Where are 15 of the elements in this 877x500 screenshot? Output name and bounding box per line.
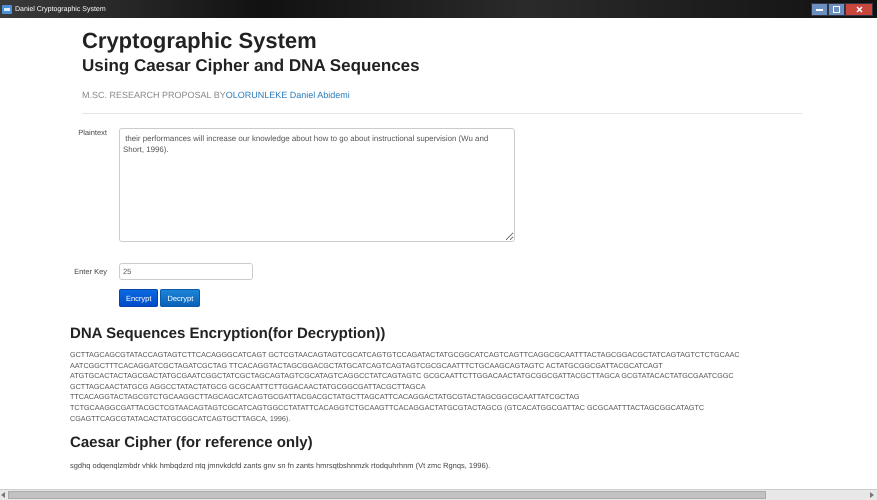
close-icon — [856, 6, 862, 13]
scroll-left-icon[interactable] — [0, 492, 8, 498]
author-link[interactable]: OLORUNLEKE Daniel Abidemi — [226, 90, 350, 100]
close-button[interactable] — [845, 3, 873, 16]
minimize-icon — [816, 8, 823, 11]
byline: M.SC. RESEARCH PROPOSAL BY — [82, 90, 226, 100]
scrollbar-thumb[interactable] — [8, 491, 766, 499]
app-icon — [2, 4, 12, 14]
minimize-button[interactable] — [811, 3, 828, 16]
page-subtitle: Using Caesar Cipher and DNA Sequences — [82, 55, 421, 77]
page-title: Cryptographic System — [82, 28, 318, 54]
maximize-icon — [833, 6, 840, 13]
maximize-button[interactable] — [828, 3, 845, 16]
dna-heading: DNA Sequences Encryption(for Decryption)) — [70, 324, 386, 344]
caesar-heading: Caesar Cipher (for reference only) — [70, 433, 314, 454]
